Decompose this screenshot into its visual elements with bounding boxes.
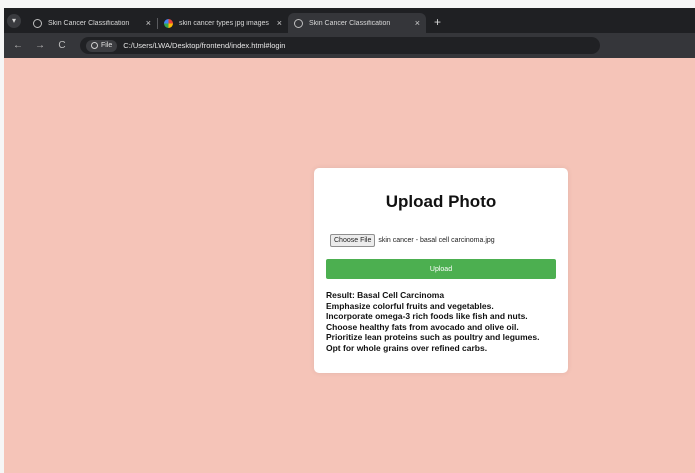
- reload-button[interactable]: C: [54, 40, 70, 51]
- site-info-chip[interactable]: File: [86, 39, 118, 52]
- google-icon: [164, 18, 173, 28]
- tab-label: skin cancer types jpg images: [179, 19, 269, 27]
- info-icon: [91, 42, 98, 49]
- selected-file-name: skin cancer - basal cell carcinoma.jpg: [378, 236, 495, 244]
- result-line: Incorporate omega-3 rich foods like fish…: [326, 311, 528, 321]
- result-line: Result: Basal Cell Carcinoma: [326, 290, 445, 300]
- close-icon[interactable]: ×: [146, 18, 151, 28]
- back-button[interactable]: ←: [10, 40, 26, 51]
- address-bar[interactable]: File C:/Users/LWA/Desktop/frontend/index…: [80, 37, 600, 54]
- result-line: Choose healthy fats from avocado and oli…: [326, 321, 519, 332]
- choose-file-button[interactable]: Choose File: [330, 233, 376, 247]
- new-tab-button[interactable]: +: [434, 15, 441, 29]
- url-text: C:/Users/LWA/Desktop/frontend/index.html…: [123, 41, 286, 50]
- globe-icon: [294, 18, 303, 28]
- tab-bar: ▾ Skin Cancer Classification × skin canc…: [4, 8, 695, 33]
- tab-label: Skin Cancer Classification: [48, 19, 130, 27]
- browser-window: ▾ Skin Cancer Classification × skin canc…: [4, 8, 695, 473]
- tab-skin-cancer-classification-active[interactable]: Skin Cancer Classification ×: [288, 13, 426, 33]
- close-icon[interactable]: ×: [415, 18, 420, 28]
- browser-toolbar: ← → C File C:/Users/LWA/Desktop/frontend…: [4, 33, 695, 58]
- tab-search-icon[interactable]: ▾: [7, 13, 21, 28]
- page-title: Upload Photo: [385, 192, 497, 211]
- forward-button[interactable]: →: [32, 40, 48, 51]
- globe-icon: [33, 18, 42, 28]
- result-line: Emphasize colorful fruits and vegetables…: [326, 300, 494, 311]
- upload-button[interactable]: Upload: [326, 259, 556, 279]
- result-line: Opt for whole grains over refined carbs.: [326, 342, 488, 353]
- tab-google-images[interactable]: skin cancer types jpg images ×: [158, 13, 288, 33]
- result-line: Prioritize lean proteins such as poultry…: [326, 332, 540, 342]
- upload-card: Upload Photo Choose File skin cancer - b…: [314, 168, 568, 373]
- file-input[interactable]: Choose File skin cancer - basal cell car…: [326, 232, 556, 248]
- result-panel: Result: Basal Cell Carcinoma Emphasize c…: [326, 290, 554, 353]
- chip-label: File: [101, 42, 113, 49]
- tab-label: Skin Cancer Classification: [309, 19, 391, 27]
- close-icon[interactable]: ×: [277, 18, 282, 28]
- tab-skin-cancer-classification-1[interactable]: Skin Cancer Classification ×: [27, 13, 157, 33]
